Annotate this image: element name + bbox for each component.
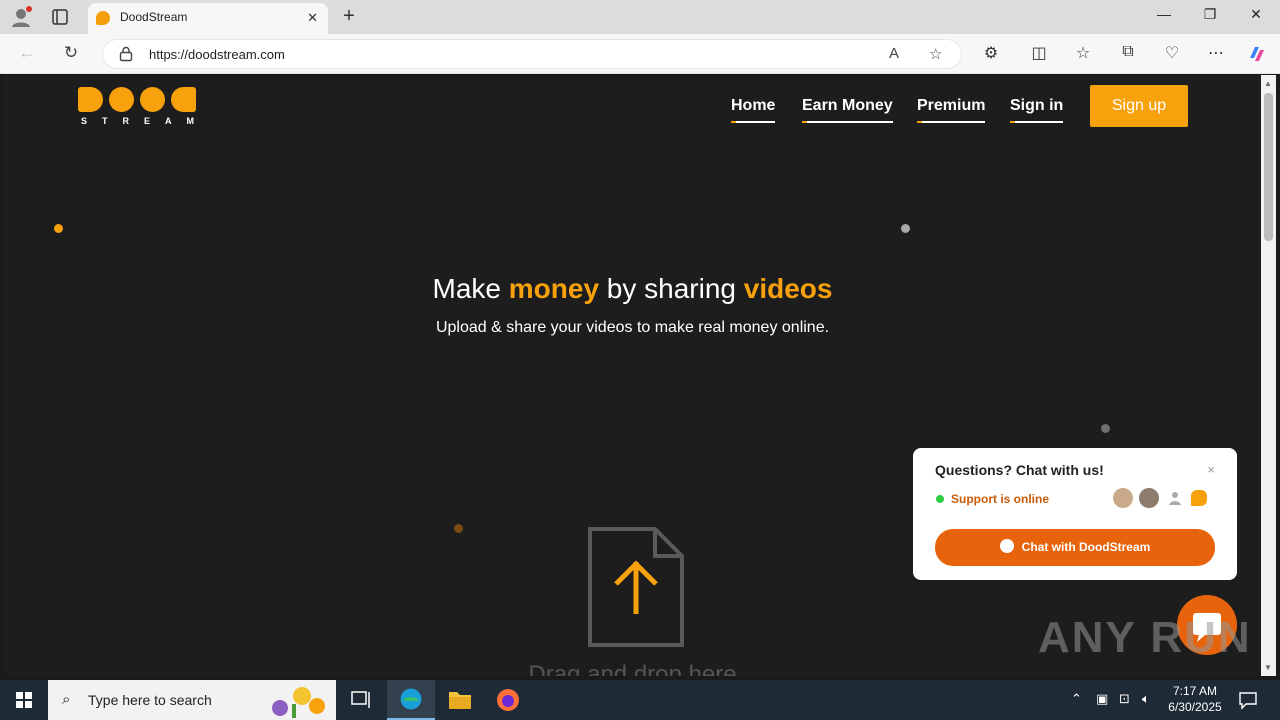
url-text: https://doodstream.com [149,47,285,62]
file-explorer-icon[interactable] [436,680,484,720]
address-toolbar: ← ↻ https://doodstream.com A ☆ ⚙ ◫ ☆ ⧉ ♡… [0,34,1280,74]
nav-home[interactable]: Home [731,97,776,123]
scroll-thumb[interactable] [1264,93,1273,241]
firefox-icon[interactable] [484,680,532,720]
sign-up-button[interactable]: Sign up [1090,85,1188,127]
agent-avatars [1111,486,1209,510]
nav-sign-in[interactable]: Sign in [1010,97,1064,123]
decor-dot [1101,424,1110,433]
new-tab-button[interactable]: + [340,5,358,27]
active-tab[interactable]: DoodStream ✕ [88,3,328,34]
windows-taskbar: ⌕ Type here to search ⌃ ▣ ⊡ 🔈︎ 7:17 AM 6… [0,680,1280,720]
extensions-icon[interactable]: ⚙ [980,43,1002,63]
online-status-icon [936,495,944,503]
chat-close-icon[interactable]: × [1207,462,1215,477]
collections-icon[interactable]: ⧉ [1117,43,1139,61]
doodstream-favicon-icon [96,11,110,25]
logo-mark-icon [78,87,202,112]
logo-text: STREAM [81,116,209,126]
decor-dot [454,524,463,533]
avatar [1111,486,1135,510]
doodstream-logo[interactable]: STREAM [78,87,202,127]
copilot-icon[interactable] [1247,44,1267,64]
avatar [1137,486,1161,510]
chat-start-button[interactable]: Chat with DoodStream [935,529,1215,566]
scroll-down-icon[interactable]: ▼ [1264,663,1272,672]
taskbar-clock[interactable]: 7:17 AM 6/30/2025 [1160,683,1230,715]
upload-file-icon[interactable] [587,526,685,648]
online-status-text: Support is online [951,492,1049,506]
read-aloud-icon[interactable]: A [889,45,899,62]
anyrun-watermark: ANY RUN [1038,613,1252,662]
tray-device-icon[interactable]: ▣ [1096,691,1108,707]
minimize-button[interactable]: — [1152,6,1176,22]
decor-dot [901,224,910,233]
clock-time: 7:17 AM [1172,684,1218,698]
favorites-icon[interactable]: ☆ [1072,43,1094,63]
back-icon[interactable]: ← [16,43,38,63]
site-info-icon[interactable] [119,46,133,62]
network-icon[interactable]: ⊡ [1119,691,1130,707]
volume-icon[interactable]: 🔈︎ [1142,691,1150,707]
nav-premium[interactable]: Premium [917,97,986,123]
close-window-button[interactable]: ✕ [1244,6,1268,23]
tab-actions-icon[interactable] [52,9,68,25]
doodstream-avatar-icon [1189,488,1209,508]
clock-date: 6/30/2025 [1168,700,1222,714]
windows-start-icon[interactable] [0,680,48,720]
profile-icon[interactable] [10,6,32,28]
decor-dot [54,224,63,233]
favorite-star-icon[interactable]: ☆ [929,45,942,63]
search-icon: ⌕ [62,691,71,708]
drop-zone-label: Drag and drop here [528,661,737,676]
tray-overflow-icon[interactable]: ⌃ [1071,691,1082,707]
search-highlight-flowers-icon [272,687,325,718]
avatar [1163,486,1187,510]
notifications-icon[interactable] [1238,690,1258,710]
taskbar-search-box[interactable]: ⌕ Type here to search [48,680,336,720]
chat-bubble-icon [999,539,1014,553]
split-screen-icon[interactable]: ◫ [1028,43,1050,63]
web-page: STREAM Home Earn Money Premium Sign in S… [4,75,1261,676]
chat-title: Questions? Chat with us! [935,462,1104,478]
settings-more-icon[interactable]: ⋯ [1205,43,1227,63]
chat-popup: Questions? Chat with us! × Support is on… [913,448,1237,580]
address-bar[interactable]: https://doodstream.com A ☆ [102,39,962,69]
close-tab-icon[interactable]: ✕ [307,10,318,26]
tab-title: DoodStream [120,10,188,24]
browser-tab-bar: DoodStream ✕ + — ❐ ✕ [0,0,1280,34]
edge-taskbar-icon[interactable] [387,680,435,720]
browser-essentials-icon[interactable]: ♡ [1161,43,1183,63]
search-placeholder: Type here to search [88,692,212,708]
nav-earn-money[interactable]: Earn Money [802,97,893,123]
restore-button[interactable]: ❐ [1198,6,1222,23]
hero-subtitle: Upload & share your videos to make real … [435,319,830,336]
page-scrollbar[interactable]: ▲ ▼ [1261,75,1276,676]
scroll-up-icon[interactable]: ▲ [1264,79,1272,88]
refresh-icon[interactable]: ↻ [60,43,82,63]
hero-title: Make money by sharing videos [432,273,833,304]
task-view-icon[interactable] [336,680,384,720]
